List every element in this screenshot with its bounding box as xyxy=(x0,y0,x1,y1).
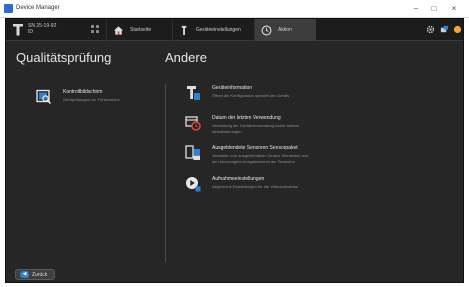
device-id-label: ID xyxy=(28,29,33,35)
app-icon xyxy=(4,4,13,13)
tab-label: Geräteeinstellungen xyxy=(196,27,241,33)
entry-description: Allgemeine Einstellungen für die Videoau… xyxy=(212,184,299,189)
entry-aufnahmeeinstellungen[interactable]: Aufnahmeeinstellungen Allgemeine Einstel… xyxy=(185,176,315,198)
maximize-button[interactable]: □ xyxy=(428,3,440,15)
window-title: Device Manager xyxy=(16,5,60,11)
calendar-clock-icon xyxy=(185,116,201,131)
tab-aktion[interactable]: Aktion xyxy=(254,19,316,41)
entry-description: Verwaltung der Geräteverwendung sowie we… xyxy=(212,123,300,134)
column-divider xyxy=(165,84,166,262)
window-titlebar: Device Manager – □ × xyxy=(0,0,469,18)
section-title-qualitaetspruefung: Qualitätsprüfung xyxy=(16,50,112,65)
entry-title: Datum der letzten Verwendung xyxy=(212,115,281,121)
top-nav-bar: SN 25-19-92 ID Startseite Geräteeinstell… xyxy=(6,19,463,41)
entry-geraeteinformation[interactable]: Geräteinformation Öffnet die Konfigurati… xyxy=(185,85,315,107)
back-arrow-icon: ◀ xyxy=(20,271,29,278)
tab-geraeteeinstellungen[interactable]: Geräteeinstellungen xyxy=(172,19,252,41)
app-window: SN 25-19-92 ID Startseite Geräteeinstell… xyxy=(5,18,464,283)
section-title-andere: Andere xyxy=(165,50,207,65)
entry-description: Sichtprüfungen zur Fehlersuche xyxy=(63,97,120,102)
tab-label: Aktion xyxy=(278,27,292,33)
monitor-check-icon xyxy=(36,89,52,105)
back-button-label: Zurück xyxy=(32,271,48,278)
tab-startseite[interactable]: Startseite xyxy=(106,19,168,41)
device-icon xyxy=(13,24,23,36)
device-info-icon xyxy=(187,86,200,100)
entry-title: Ausgeblendete Sensoren Sensorpaket xyxy=(212,145,298,151)
entry-title: Geräteinformation xyxy=(212,85,253,91)
gear-icon[interactable] xyxy=(426,25,435,34)
entry-description: Öffnet die Konfiguration speziell des Ge… xyxy=(212,93,290,98)
minimize-button[interactable]: – xyxy=(410,3,422,15)
entry-datum-letzte-verwendung[interactable]: Datum der letzten Verwendung Verwaltung … xyxy=(185,115,315,137)
back-button[interactable]: ◀ Zurück xyxy=(15,269,55,280)
entry-title: Kontrollbildschirm xyxy=(63,89,103,95)
close-button[interactable]: × xyxy=(448,3,460,15)
tab-label: Startseite xyxy=(130,27,152,33)
entry-title: Aufnahmeeinstellungen xyxy=(212,176,265,182)
grid-menu-icon[interactable] xyxy=(91,25,99,33)
clock-icon xyxy=(261,25,272,35)
sensor-package-icon xyxy=(185,145,200,160)
notification-icon[interactable] xyxy=(453,25,462,34)
wrench-icon xyxy=(181,25,187,35)
entry-kontrollbildschirm[interactable]: Kontrollbildschirm Sichtprüfungen zur Fe… xyxy=(36,89,156,109)
entry-ausgeblendete-sensoren[interactable]: Ausgeblendete Sensoren Sensorpaket Verwa… xyxy=(185,145,315,169)
video-settings-icon xyxy=(186,177,201,192)
home-icon xyxy=(113,25,124,35)
entry-description: Verwalten von ausgeblendeten Sensor Elem… xyxy=(212,153,309,164)
transfer-icon[interactable] xyxy=(440,25,449,34)
device-identifier: SN 25-19-92 ID xyxy=(28,23,56,35)
